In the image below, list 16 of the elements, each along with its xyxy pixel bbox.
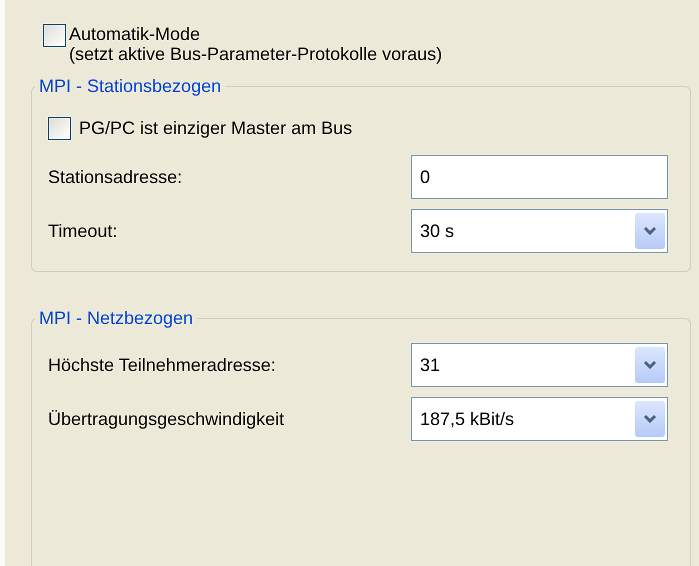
dropdown[interactable]: 31 [411, 343, 668, 387]
chevron-down-icon[interactable] [635, 213, 665, 249]
checkbox[interactable] [43, 24, 66, 47]
chevron-down-icon[interactable] [635, 347, 665, 383]
checkbox-label: Automatik-Mode [69, 24, 202, 44]
field-label: Übertragungsgeschwindigkeit [48, 409, 284, 429]
checkbox-label: PG/PC ist einziger Master am Bus [79, 118, 352, 138]
chevron-down-icon[interactable] [635, 401, 665, 437]
dropdown[interactable]: 187,5 kBit/s [411, 397, 668, 441]
input-field[interactable]: 0 [411, 155, 668, 199]
dropdown[interactable]: 30 s [411, 209, 668, 253]
field-label: Höchste Teilnehmeradresse: [48, 355, 276, 375]
field-label: Timeout: [48, 221, 118, 241]
checkbox[interactable] [48, 116, 71, 140]
field-label: Stationsadresse: [48, 167, 182, 187]
checkbox-note: (setzt aktive Bus-Parameter-Protokolle voraus) [69, 44, 442, 64]
